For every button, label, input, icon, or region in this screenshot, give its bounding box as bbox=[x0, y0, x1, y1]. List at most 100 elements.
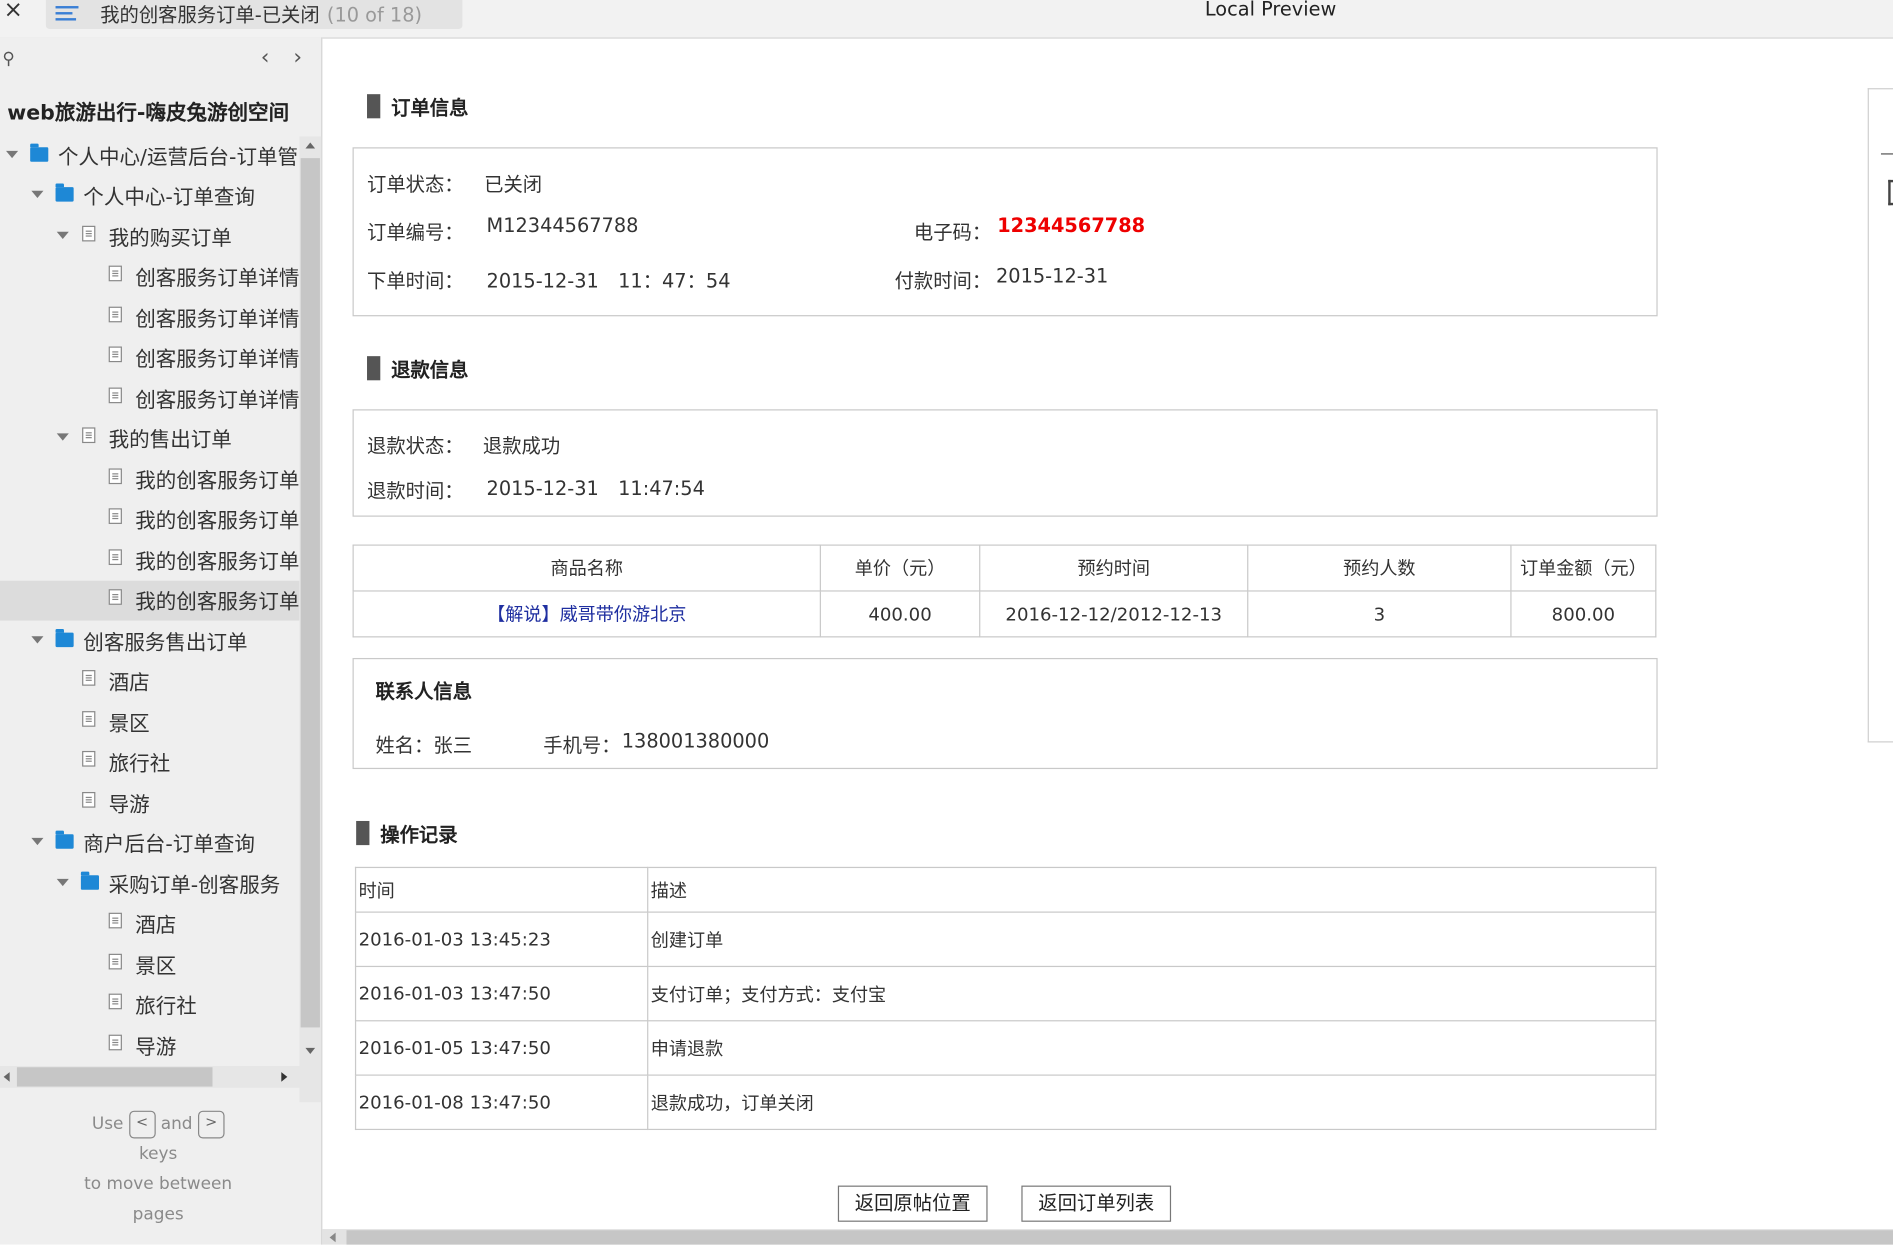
order-time-label: 下单时间： bbox=[367, 269, 464, 293]
page-icon bbox=[108, 912, 122, 929]
log-time-cell: 2016-01-08 13:47:50 bbox=[354, 1074, 649, 1131]
project-title: web旅游出行-嗨皮兔游创空间 bbox=[7, 101, 290, 126]
product-link[interactable]: 【解说】威哥带你游北京 bbox=[487, 604, 686, 626]
sidebar-horizontal-scrollbar[interactable] bbox=[0, 1066, 322, 1088]
scrollbar-thumb[interactable] bbox=[346, 1230, 1893, 1245]
expand-triangle-icon[interactable] bbox=[31, 837, 44, 846]
order-number-value: M12344567788 bbox=[486, 213, 639, 237]
back-to-list-button[interactable]: 返回订单列表 bbox=[1021, 1185, 1172, 1222]
tree-item-page[interactable]: 我的购买订单 bbox=[0, 217, 299, 257]
product-name-cell: 【解说】威哥带你游北京 bbox=[352, 590, 821, 638]
refund-status-value: 退款成功 bbox=[482, 434, 561, 458]
scrollbar-thumb[interactable] bbox=[16, 1067, 213, 1087]
hint-and: and bbox=[160, 1114, 193, 1134]
scroll-left-icon[interactable] bbox=[329, 1232, 336, 1243]
tree-item-folder[interactable]: 创客服务售出订单 bbox=[0, 622, 299, 662]
table-header-row: 商品名称 单价（元） 预约时间 预约人数 订单金额（元） bbox=[352, 544, 1657, 592]
contact-phone-value: 138001380000 bbox=[621, 729, 770, 753]
back-to-origin-button[interactable]: 返回原帖位置 bbox=[837, 1185, 988, 1222]
table-row: 2016-01-05 13:47:50 申请退款 bbox=[354, 1020, 1657, 1076]
expand-triangle-icon[interactable] bbox=[31, 636, 44, 644]
tree-item-page[interactable]: 创客服务订单详情 bbox=[0, 298, 299, 338]
header-unit-price: 单价（元） bbox=[819, 544, 981, 592]
scroll-down-icon[interactable] bbox=[305, 1047, 316, 1054]
tree-item-page[interactable]: 景区 bbox=[0, 945, 299, 985]
page-icon bbox=[82, 711, 96, 727]
panel-marker-icon bbox=[1888, 179, 1893, 206]
order-info-box: 订单状态： 已关闭 订单编号： M12344567788 电子码： 123445… bbox=[352, 147, 1658, 317]
expand-triangle-icon[interactable] bbox=[56, 231, 69, 240]
tree-item-label: 导游 bbox=[108, 793, 150, 818]
log-time-cell: 2016-01-05 13:47:50 bbox=[354, 1020, 649, 1076]
tree-item-label: 我的创客服务订单 bbox=[135, 550, 300, 575]
search-icon[interactable]: ⚲ bbox=[2, 49, 14, 68]
tree-item-page[interactable]: 我的售出订单 bbox=[0, 419, 299, 459]
expand-triangle-icon[interactable] bbox=[56, 433, 69, 441]
page-tab[interactable]: 我的创客服务订单-已关闭 (10 of 18) bbox=[45, 0, 463, 29]
folder-icon bbox=[80, 871, 99, 890]
expand-triangle-icon[interactable] bbox=[6, 150, 19, 159]
scroll-right-icon[interactable] bbox=[281, 1072, 288, 1082]
order-number-label: 订单编号： bbox=[367, 220, 464, 244]
tree-item-page[interactable]: 旅行社 bbox=[0, 742, 299, 782]
close-icon[interactable]: × bbox=[4, 0, 23, 23]
tree-item-page[interactable]: 创客服务订单详情 bbox=[0, 338, 299, 378]
tree-item-page[interactable]: 导游 bbox=[0, 784, 299, 824]
tree-item-page[interactable]: 我的创客服务订单 bbox=[0, 500, 299, 540]
tree-item-page[interactable]: 旅行社 bbox=[0, 985, 299, 1025]
tree-item-label: 我的创客服务订单 bbox=[135, 509, 300, 534]
page-icon bbox=[108, 508, 122, 524]
tree-item-page[interactable]: 创客服务订单详情 bbox=[0, 379, 299, 419]
tree-item-label: 创客服务订单详情 bbox=[135, 266, 300, 291]
header-booking-time: 预约时间 bbox=[979, 544, 1249, 592]
tree-item-folder[interactable]: 采购订单-创客服务 bbox=[0, 864, 299, 904]
tree-item-page[interactable]: 导游 bbox=[0, 1026, 299, 1063]
scroll-up-icon[interactable] bbox=[305, 142, 316, 149]
tree-item-page[interactable]: 景区 bbox=[0, 703, 299, 743]
preview-title: Local Preview bbox=[1204, 0, 1337, 21]
tree-item-page[interactable]: 酒店 bbox=[0, 662, 299, 702]
title-bar: × 我的创客服务订单-已关闭 (10 of 18) Local Preview bbox=[0, 0, 1893, 39]
section-title: 退款信息 bbox=[391, 358, 469, 382]
order-status-value: 已关闭 bbox=[484, 172, 543, 196]
next-key-icon: > bbox=[197, 1110, 225, 1138]
navigation-hint: Use < and > keys to move between pages bbox=[12, 1110, 304, 1231]
prev-key-icon: < bbox=[128, 1110, 156, 1138]
tree-item-label: 我的购买订单 bbox=[108, 226, 232, 252]
table-row: 2016-01-08 13:47:50 退款成功，订单关闭 bbox=[354, 1074, 1657, 1131]
tree-item-label: 我的创客服务订单 bbox=[135, 469, 300, 494]
booking-time-cell: 2016-12-12/2012-12-13 bbox=[979, 590, 1249, 638]
tree-item-page[interactable]: 酒店 bbox=[0, 904, 299, 944]
prev-page-icon[interactable]: ‹ bbox=[261, 45, 270, 70]
folder-icon bbox=[30, 143, 49, 162]
table-header-row: 时间 描述 bbox=[354, 866, 1657, 913]
expand-triangle-icon[interactable] bbox=[31, 190, 44, 198]
page-icon bbox=[108, 993, 122, 1010]
tree-item-folder[interactable]: 个人中心-订单查询 bbox=[0, 176, 299, 216]
page-icon bbox=[108, 346, 122, 363]
sidebar-vertical-scrollbar[interactable] bbox=[299, 136, 322, 1103]
main-horizontal-scrollbar[interactable] bbox=[322, 1229, 1893, 1245]
tree-item-folder[interactable]: 商户后台-订单查询 bbox=[0, 823, 299, 863]
operation-log-table: 时间 描述 2016-01-03 13:45:23 创建订单 2016-01-03… bbox=[354, 866, 1657, 1131]
page-icon bbox=[108, 589, 122, 605]
contact-info-box: 联系人信息 姓名： 张三 手机号： 138001380000 bbox=[352, 657, 1658, 770]
next-page-icon[interactable]: › bbox=[293, 45, 302, 70]
page-icon bbox=[108, 468, 122, 485]
order-status-label: 订单状态： bbox=[367, 172, 464, 196]
contact-name-label: 姓名： bbox=[375, 734, 434, 757]
log-section-heading: 操作记录 bbox=[356, 819, 458, 848]
tree-item-page[interactable]: 我的创客服务订单 bbox=[0, 460, 299, 500]
folder-icon bbox=[55, 629, 74, 648]
tree-item-folder[interactable]: 个人中心/运营后台-订单管 bbox=[0, 136, 299, 176]
scrollbar-thumb[interactable] bbox=[300, 158, 320, 1028]
tree-item-page[interactable]: 我的创客服务订单 bbox=[0, 541, 299, 581]
expand-triangle-icon[interactable] bbox=[56, 878, 69, 887]
hint-use: Use bbox=[91, 1114, 124, 1134]
scroll-left-icon[interactable] bbox=[3, 1072, 10, 1082]
people-count-cell: 3 bbox=[1247, 590, 1512, 638]
tree-item-label: 景区 bbox=[135, 954, 177, 980]
tree-item-page-selected[interactable]: 我的创客服务订单 bbox=[0, 580, 300, 621]
tree-item-page[interactable]: 创客服务订单详情 bbox=[0, 257, 299, 297]
menu-icon[interactable] bbox=[55, 2, 79, 24]
